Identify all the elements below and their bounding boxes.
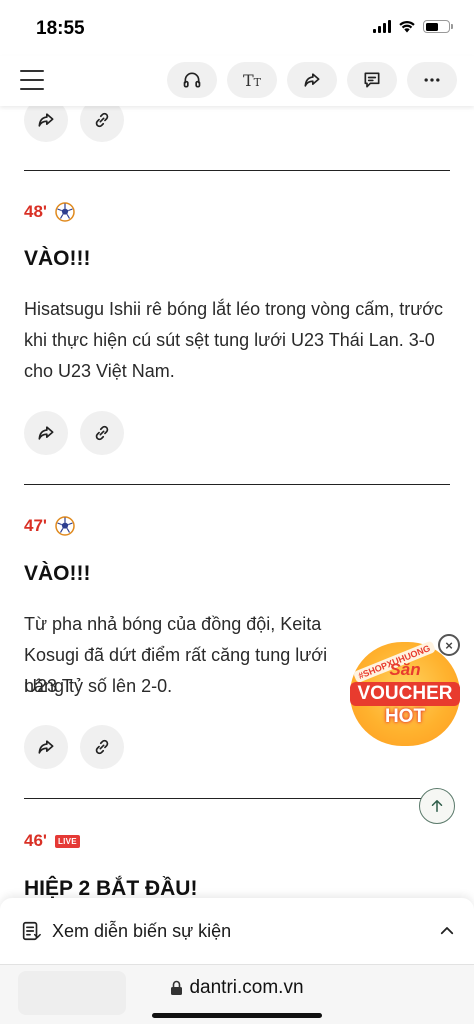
soccer-ball-icon (55, 516, 75, 536)
status-icons (373, 20, 453, 33)
url-field[interactable]: dantri.com.vn (0, 977, 474, 999)
more-button[interactable] (407, 62, 457, 98)
event-minute: 47' (24, 516, 75, 536)
soccer-ball-icon (55, 202, 75, 222)
event-timeline-label: Xem diễn biến sự kiện (52, 921, 232, 941)
share-button[interactable] (24, 411, 68, 455)
scroll-to-top-button[interactable] (419, 788, 455, 824)
share-icon (38, 740, 54, 754)
share-icon (38, 113, 54, 127)
status-bar: 18:55 (0, 0, 474, 56)
event-body: Hisatsugu Ishii rê bóng lắt léo trong vò… (24, 299, 444, 381)
link-icon (95, 425, 109, 441)
event-timeline-bar[interactable]: Xem diễn biến sự kiện (0, 898, 474, 964)
menu-icon[interactable] (20, 70, 44, 90)
listen-button[interactable] (167, 62, 217, 98)
voucher-promo[interactable]: #SHOPXUHUONG Săn VOUCHER HOT × (350, 634, 460, 746)
share-button[interactable] (24, 725, 68, 769)
home-indicator[interactable] (152, 1013, 322, 1018)
promo-line3: HOT (384, 706, 426, 727)
event-actions (24, 725, 124, 769)
copy-link-button[interactable] (80, 725, 124, 769)
chevron-up-icon[interactable] (438, 922, 456, 940)
event-actions (24, 411, 124, 455)
timeline-icon (22, 921, 41, 941)
event-minute: 48' (24, 202, 75, 222)
close-icon[interactable]: × (438, 634, 460, 656)
event-minute: 46' LIVE (24, 831, 80, 851)
event-headline: VÀO!!! (24, 247, 91, 270)
link-icon (95, 112, 109, 128)
share-icon (304, 73, 320, 87)
text-size-icon: TT (242, 70, 261, 90)
battery-icon (423, 20, 453, 33)
link-icon (95, 739, 109, 755)
share-button[interactable] (287, 62, 337, 98)
url-text: dantri.com.vn (189, 977, 304, 998)
status-time: 18:55 (36, 18, 85, 39)
copy-link-button[interactable] (80, 411, 124, 455)
divider (24, 170, 450, 171)
lock-icon (171, 980, 183, 995)
comment-icon (364, 72, 380, 88)
divider (24, 798, 424, 799)
signal-icon (373, 20, 391, 33)
arrow-up-icon (431, 800, 443, 812)
promo-line2: VOUCHER (350, 682, 460, 706)
browser-address-bar: dantri.com.vn (0, 964, 474, 1024)
share-icon (38, 426, 54, 440)
article-toolbar: TT (0, 56, 474, 106)
more-icon (424, 78, 440, 82)
wifi-icon (399, 20, 415, 33)
divider (24, 484, 450, 485)
promo-line1: Săn (389, 660, 421, 679)
text-size-button[interactable]: TT (227, 62, 277, 98)
comment-button[interactable] (347, 62, 397, 98)
headphones-icon (183, 72, 201, 88)
live-badge: LIVE (54, 834, 80, 848)
event-headline: VÀO!!! (24, 562, 91, 585)
